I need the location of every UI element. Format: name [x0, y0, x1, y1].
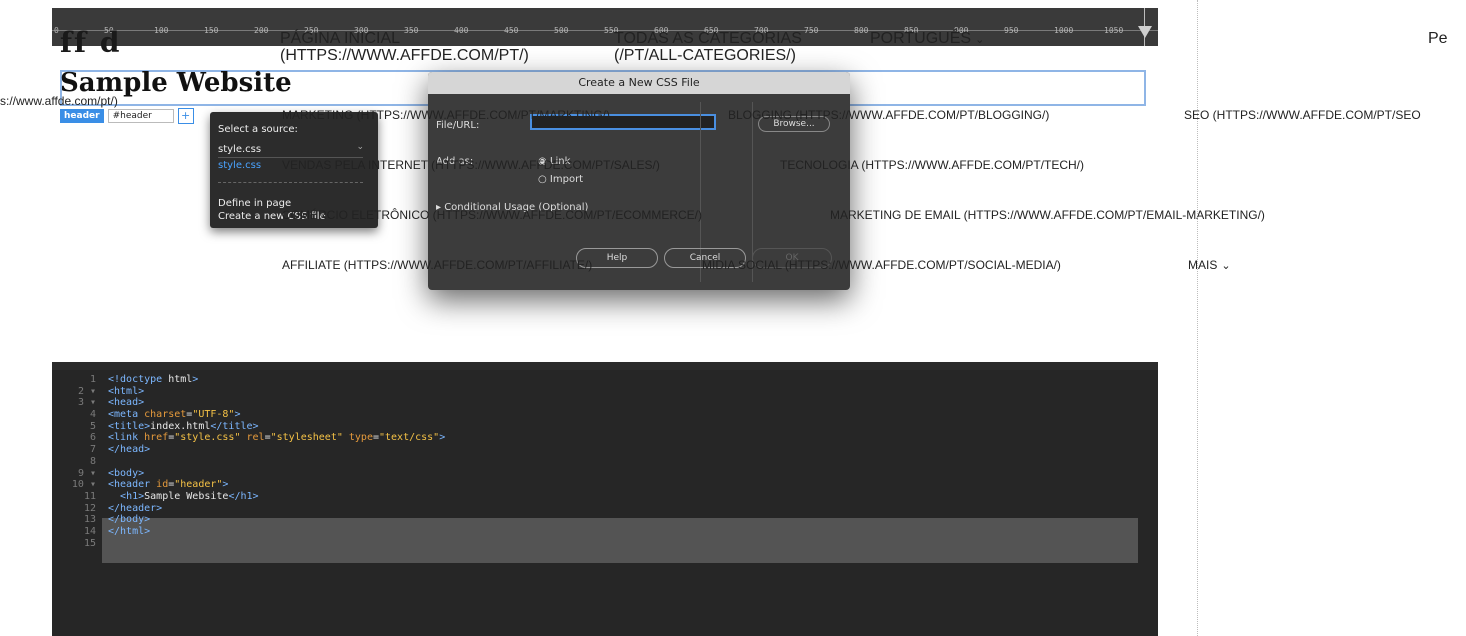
- nav-language-label: PORTUGUÊS: [870, 30, 972, 47]
- define-in-page-option[interactable]: Define in page: [218, 198, 291, 209]
- line-number: 15: [83, 537, 96, 549]
- chevron-down-icon: ⌄: [975, 34, 985, 46]
- nav-language-select[interactable]: PORTUGUÊS ⌄: [870, 30, 984, 49]
- code-line: 2 ▾ <html>: [62, 386, 445, 398]
- line-number: 3 ▾: [77, 397, 96, 409]
- ruler-marker-icon[interactable]: [1138, 26, 1152, 38]
- divider: [1197, 0, 1198, 636]
- ruler-tick: 100: [154, 26, 169, 35]
- code-text: <html>: [108, 385, 145, 397]
- ruler-tick: 950: [1004, 26, 1019, 35]
- ruler-tick: 200: [254, 26, 269, 35]
- code-text: <h1>Sample Website</h1>: [120, 490, 259, 502]
- ruler-tick: 0: [54, 26, 59, 35]
- chevron-down-icon: ⌄: [1221, 260, 1231, 272]
- source-popup-title: Select a source:: [218, 124, 298, 135]
- line-number: 4: [89, 409, 96, 421]
- line-number: 13: [83, 514, 96, 526]
- chevron-down-icon[interactable]: ⌄: [356, 142, 364, 152]
- code-line: 9 ▾ <body>: [62, 468, 445, 480]
- code-line: 5 <title>index.html</title>: [62, 421, 445, 433]
- code-lines: 1 <!doctype html> 2 ▾ <html> 3 ▾ <head> 4 <meta…: [62, 374, 445, 549]
- ruler-tick: 1000: [1054, 26, 1074, 35]
- line-number: 9 ▾: [77, 467, 96, 479]
- nav-seo-link[interactable]: SEO (HTTPS://WWW.AFFDE.COM/PT/SEO: [1184, 108, 1421, 122]
- nav-sales-link[interactable]: VENDAS PELA INTERNET (HTTPS://WWW.AFFDE.…: [282, 158, 660, 172]
- code-line: 8: [62, 456, 445, 468]
- code-line: 3 ▾ <head>: [62, 397, 445, 409]
- code-line: 12 </header>: [62, 503, 445, 515]
- line-number: 14: [83, 525, 96, 537]
- code-line: 10 ▾ <header id="header">: [62, 479, 445, 491]
- ruler-tick: 750: [804, 26, 819, 35]
- code-text: <meta charset="UTF-8">: [108, 409, 241, 421]
- nav-all-categories-link[interactable]: TODAS AS CATEGORIAS (/PT/ALL-CATEGORIES/…: [614, 30, 802, 64]
- nav-blogging-link[interactable]: BLOGGING (HTTPS://WWW.AFFDE.COM/PT/BLOGG…: [728, 108, 1049, 122]
- dialog-title: Create a New CSS File: [428, 72, 850, 94]
- code-line: 7 </head>: [62, 444, 445, 456]
- line-number: 5: [89, 420, 96, 432]
- line-number: 2 ▾: [77, 385, 96, 397]
- code-line: 15: [62, 538, 445, 550]
- nav-more-menu[interactable]: MAIS ⌄: [1188, 258, 1231, 272]
- line-number: 8: [89, 455, 96, 467]
- code-text: <!doctype html>: [108, 374, 199, 385]
- source-select[interactable]: style.css: [218, 144, 363, 158]
- line-number: 1: [89, 374, 96, 385]
- code-view[interactable]: 1 <!doctype html> 2 ▾ <html> 3 ▾ <head> 4 <meta…: [52, 370, 1158, 636]
- code-line: 11 <h1>Sample Website</h1>: [62, 491, 445, 503]
- code-line: 13 </body>: [62, 514, 445, 526]
- editor-screenshot: 0 50 100 150 200 250 300 350 400 450 500…: [52, 8, 1158, 636]
- ruler-tick: 800: [854, 26, 869, 35]
- code-line: 1 <!doctype html>: [62, 374, 445, 386]
- site-url-link[interactable]: s://www.affde.com/pt/): [0, 94, 118, 108]
- line-number: 12: [83, 502, 96, 514]
- code-line: 6 <link href="style.css" rel="stylesheet"…: [62, 432, 445, 444]
- nav-search-cut[interactable]: Pe: [1428, 30, 1448, 47]
- nav-email-marketing-link[interactable]: MARKETING DE EMAIL (HTTPS://WWW.AFFDE.CO…: [830, 208, 1265, 222]
- ruler-tick: 1050: [1104, 26, 1124, 35]
- code-line: 4 <meta charset="UTF-8">: [62, 409, 445, 421]
- add-selector-button[interactable]: +: [177, 108, 194, 124]
- line-number: 6: [89, 432, 96, 444]
- ruler-tick: 500: [554, 26, 569, 35]
- ruler: 0 50 100 150 200 250 300 350 400 450 500…: [52, 8, 1158, 47]
- code-text: <title>index.html</title>: [108, 420, 259, 432]
- line-number: 7: [89, 444, 96, 456]
- code-text: <body>: [108, 467, 145, 479]
- code-text: </html>: [108, 525, 151, 537]
- ruler-tick: 150: [204, 26, 219, 35]
- code-text: </header>: [108, 502, 163, 514]
- element-tag-chip[interactable]: header: [60, 109, 104, 123]
- code-text: <header id="header">: [108, 479, 229, 491]
- line-number: 10 ▾: [71, 479, 96, 491]
- line-number: 11: [83, 490, 96, 502]
- radio-import-label: Import: [549, 174, 584, 185]
- code-text: </body>: [108, 514, 151, 526]
- code-text: </head>: [108, 444, 151, 456]
- radio-import[interactable]: ○ Import: [538, 174, 583, 185]
- nav-tech-link[interactable]: TECNOLOGIA (HTTPS://WWW.AFFDE.COM/PT/TEC…: [780, 158, 1084, 172]
- element-tag-bar: header #header +: [60, 108, 194, 124]
- nav-affiliate-link[interactable]: AFFILIATE (HTTPS://WWW.AFFDE.COM/PT/AFFI…: [282, 258, 592, 272]
- source-option-stylecss[interactable]: style.css: [218, 160, 261, 171]
- logo-blot: ff d: [60, 26, 122, 59]
- nav-marketing-link[interactable]: MARKETING (HTTPS://WWW.AFFDE.COM/PT/MARK…: [282, 108, 610, 122]
- code-line: 14 </html>: [62, 526, 445, 538]
- selector-input[interactable]: #header: [107, 109, 174, 123]
- nav-more-label: MAIS: [1188, 258, 1218, 272]
- nav-home-link[interactable]: PÁGINA INICIAL (HTTPS://WWW.AFFDE.COM/PT…: [280, 30, 529, 64]
- nav-social-media-link[interactable]: MÍDIA SOCIAL (HTTPS://WWW.AFFDE.COM/PT/S…: [702, 258, 1061, 272]
- code-text: <link href="style.css" rel="stylesheet" …: [108, 432, 446, 444]
- code-text: <head>: [108, 397, 145, 409]
- nav-ecommerce-link[interactable]: COMÉRCIO ELETRÔNICO (HTTPS://WWW.AFFDE.C…: [282, 208, 702, 222]
